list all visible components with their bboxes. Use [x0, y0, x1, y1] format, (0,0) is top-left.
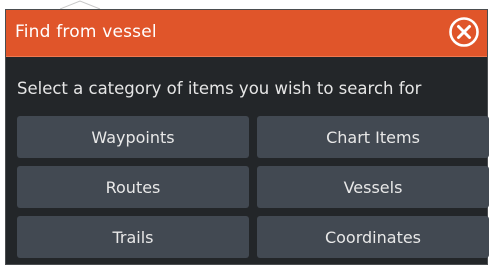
find-from-vessel-dialog: Find from vessel Select a category of it…	[5, 9, 489, 265]
routes-button[interactable]: Routes	[17, 166, 249, 208]
dialog-title: Find from vessel	[15, 22, 157, 42]
dialog-titlebar: Find from vessel	[6, 10, 487, 57]
trails-button[interactable]: Trails	[17, 216, 249, 258]
coordinates-button[interactable]: Coordinates	[257, 216, 489, 258]
background-graphic-fragment	[60, 0, 101, 9]
close-button[interactable]	[447, 15, 481, 49]
vessels-button[interactable]: Vessels	[257, 166, 489, 208]
waypoints-button[interactable]: Waypoints	[17, 116, 249, 158]
close-circle-icon	[449, 17, 479, 47]
chart-items-button[interactable]: Chart Items	[257, 116, 489, 158]
search-category-prompt: Select a category of items you wish to s…	[17, 79, 422, 98]
